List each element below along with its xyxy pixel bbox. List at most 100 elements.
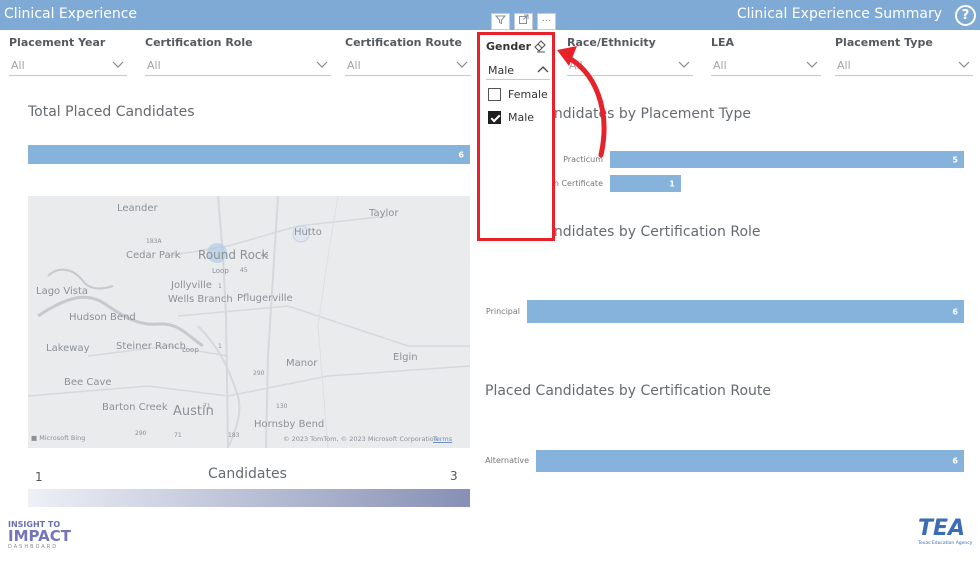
bar[interactable]: 6 xyxy=(536,450,964,472)
legend-min-label: 1 xyxy=(35,470,43,484)
chevron-down-icon xyxy=(112,61,124,68)
gender-slicer-label: Gender xyxy=(486,40,532,53)
bar-value-label: 6 xyxy=(952,456,958,466)
focus-mode-icon[interactable] xyxy=(514,13,533,30)
candidate-map[interactable]: Leander Taylor Hutto Cedar Park Round Ro… xyxy=(28,196,470,448)
chevron-up-icon xyxy=(537,66,549,73)
map-road-label: 71 xyxy=(203,403,211,410)
map-road-label: 183 xyxy=(228,432,240,439)
slicer-dropdown[interactable]: All xyxy=(711,55,821,76)
slicer-label: LEA xyxy=(711,36,735,49)
bar[interactable]: 1 xyxy=(610,175,681,192)
map-place-label: Hutto xyxy=(294,227,322,238)
top-banner: Clinical Experience Clinical Experience … xyxy=(0,0,980,30)
map-place-label: Wells Branch xyxy=(168,294,233,305)
cert-route-title: Placed Candidates by Certification Route xyxy=(485,383,772,399)
slicer-value: All xyxy=(147,59,161,72)
map-road-label: 45 xyxy=(261,252,269,259)
report-page: { "header": { "title_left": "Clinical Ex… xyxy=(0,0,980,567)
map-place-label: Manor xyxy=(286,358,318,369)
checkbox-unchecked[interactable] xyxy=(488,87,501,101)
legend-gradient xyxy=(28,489,470,507)
chevron-down-icon xyxy=(678,61,690,68)
map-attribution: © 2023 TomTom, © 2023 Microsoft Corporat… xyxy=(283,435,438,443)
map-road-label: 45 xyxy=(240,267,248,274)
total-placed-bar[interactable]: 6 xyxy=(28,145,470,164)
bar-value-label: 6 xyxy=(458,150,464,159)
map-provider-logo: ■ Microsoft Bing xyxy=(31,434,86,442)
map-road-label: Loop xyxy=(182,346,199,354)
map-place-label: Barton Creek xyxy=(102,402,168,413)
map-place-label: Cedar Park xyxy=(126,250,181,261)
eraser-icon[interactable] xyxy=(533,39,547,53)
map-terms-link[interactable]: Terms xyxy=(433,435,452,443)
map-place-label: Steiner Ranch xyxy=(116,341,187,352)
visual-header-toolbar: ··· xyxy=(491,13,556,30)
bar-value-label: 6 xyxy=(952,307,958,316)
slicer-value: All xyxy=(347,59,361,72)
chevron-down-icon xyxy=(456,61,468,68)
legend-max-label: 3 xyxy=(450,469,458,483)
chevron-down-icon xyxy=(316,61,328,68)
slicer-value: All xyxy=(713,59,727,72)
slicer-dropdown[interactable]: All xyxy=(345,55,471,76)
legend-title: Candidates xyxy=(208,466,287,482)
logo-sub: Texas Education Agency xyxy=(918,541,973,546)
report-title: Clinical Experience xyxy=(4,6,138,22)
slicer-label: Certification Route xyxy=(345,36,462,49)
logo-line: IMPACT xyxy=(8,527,71,545)
map-place-label: Hudson Bend xyxy=(69,312,136,323)
gender-option-male[interactable]: Male xyxy=(488,109,534,125)
map-road-label: 1 xyxy=(218,343,222,350)
gender-slicer-value: Male xyxy=(488,64,515,77)
report-subtitle: Clinical Experience Summary xyxy=(736,6,942,22)
map-place-label: Lakeway xyxy=(46,343,90,354)
map-place-label: Bee Cave xyxy=(64,377,112,388)
slicer-dropdown[interactable]: All xyxy=(9,55,127,76)
bar[interactable]: 5 xyxy=(610,151,964,168)
option-label: Female xyxy=(508,87,548,101)
total-placed-title: Total Placed Candidates xyxy=(28,104,195,120)
slicer-label: Placement Year xyxy=(9,36,106,49)
slicer-value: All xyxy=(11,59,25,72)
bar-category-label: Alternative xyxy=(485,456,529,465)
insight-to-impact-logo: INSIGHT TO IMPACT DASHBOARD xyxy=(8,521,71,551)
gender-slicer-popup[interactable]: Gender Male Female Male xyxy=(477,32,555,241)
map-place-label: Taylor xyxy=(369,208,399,219)
map-road-label: Loop xyxy=(212,267,229,275)
map-place-label: Elgin xyxy=(393,352,418,363)
checkbox-checked[interactable] xyxy=(488,110,501,124)
slicer-placement-year[interactable]: Placement Year All xyxy=(9,36,127,76)
map-road-label: 1 xyxy=(218,283,222,290)
gender-option-female[interactable]: Female xyxy=(488,86,548,102)
logo-main: TEA xyxy=(918,516,966,541)
bar[interactable]: 6 xyxy=(527,300,964,323)
tea-logo: TEA Texas Education Agency xyxy=(918,516,973,547)
slicer-label: Placement Type xyxy=(835,36,933,49)
bar-category-label: Principal xyxy=(485,306,520,316)
option-label: Male xyxy=(508,110,535,124)
map-road-label: 71 xyxy=(174,432,182,439)
slicer-certification-role[interactable]: Certification Role All xyxy=(145,36,331,76)
map-place-label: Leander xyxy=(117,203,158,214)
map-place-label: Round Rock xyxy=(198,248,269,262)
slicer-label: Certification Role xyxy=(145,36,253,49)
question-circle-icon[interactable]: ? xyxy=(955,5,976,26)
chevron-down-icon xyxy=(806,61,818,68)
annotation-arrow-icon xyxy=(557,46,607,158)
slicer-dropdown[interactable]: All xyxy=(145,55,331,76)
filter-icon[interactable] xyxy=(491,13,510,30)
bar-value-label: 5 xyxy=(952,155,958,164)
slicer-dropdown[interactable]: All xyxy=(835,55,973,76)
map-place-label: Jollyville xyxy=(171,280,212,291)
slicer-value: All xyxy=(837,59,851,72)
slicer-placement-type[interactable]: Placement Type All xyxy=(835,36,973,76)
more-options-icon[interactable]: ··· xyxy=(537,13,556,30)
slicer-certification-route[interactable]: Certification Route All xyxy=(345,36,471,76)
slicer-lea[interactable]: LEA All xyxy=(711,36,821,76)
map-road-label: 130 xyxy=(276,403,288,410)
map-place-label: Lago Vista xyxy=(36,286,89,297)
map-road-label: 183A xyxy=(146,238,162,245)
gender-slicer-dropdown[interactable]: Male xyxy=(486,61,550,80)
map-place-label: Hornsby Bend xyxy=(254,419,325,430)
